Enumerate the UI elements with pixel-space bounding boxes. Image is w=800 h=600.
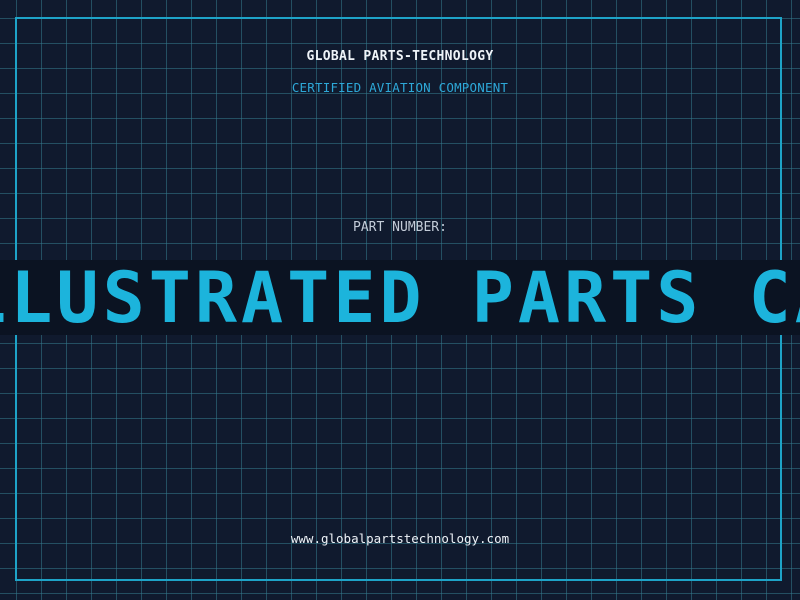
website-link[interactable]: www.globalpartstechnology.com	[0, 531, 800, 546]
catalog-title: ILLUSTRATED PARTS CATALOG	[0, 260, 800, 335]
catalog-cover: GLOBAL PARTS-TECHNOLOGY CERTIFIED AVIATI…	[0, 0, 800, 600]
certification-subtitle: CERTIFIED AVIATION COMPONENT	[291, 80, 509, 95]
part-number-label: PART NUMBER:	[353, 220, 447, 235]
title-banner: ILLUSTRATED PARTS CATALOG	[0, 260, 800, 335]
company-name: GLOBAL PARTS-TECHNOLOGY	[306, 49, 494, 64]
